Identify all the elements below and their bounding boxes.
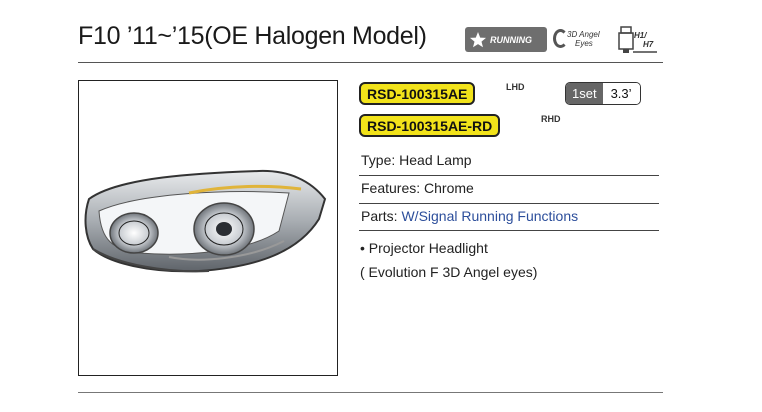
part-number-lhd: RSD-100315AE	[359, 82, 476, 105]
bulb-badge-line1: H1/	[634, 31, 647, 40]
angel-eyes-badge: 3D Angel Eyes	[553, 26, 609, 54]
title-divider	[78, 62, 663, 63]
feature-bullet: • Projector Headlight	[360, 240, 488, 256]
product-image	[78, 80, 338, 376]
package-weight: 3.3’	[602, 83, 640, 104]
angel-badge-line2: Eyes	[575, 39, 593, 48]
spec-parts: Parts: W/Signal Running Functions	[359, 208, 661, 224]
ring-icon	[553, 29, 568, 48]
spec-features-label: Features:	[361, 180, 421, 196]
spec-type: Type: Head Lamp	[359, 152, 661, 168]
running-badge-label: RUNNING	[490, 34, 532, 45]
part-number-rhd: RSD-100315AE-RD	[359, 114, 501, 137]
spec-type-value: Head Lamp	[399, 152, 472, 168]
side-label-lhd: LHD	[506, 82, 525, 92]
bulb-badge-line2: H7	[643, 40, 654, 49]
angel-badge-line1: 3D Angel	[567, 30, 600, 39]
star-icon	[470, 31, 486, 47]
spec-features: Features: Chrome	[359, 180, 661, 196]
spec-divider	[359, 175, 659, 176]
headlamp-illustration	[84, 169, 327, 273]
running-badge: RUNNING	[465, 27, 547, 52]
bulb-type-badge: H1/ H7	[617, 25, 659, 55]
bottom-divider	[78, 392, 663, 393]
spec-divider	[359, 203, 659, 204]
package-qty: 1set	[566, 83, 603, 104]
spec-type-label: Type:	[361, 152, 396, 168]
spec-parts-label: Parts:	[361, 208, 398, 224]
spec-features-value: Chrome	[424, 180, 474, 196]
side-label-rhd: RHD	[541, 114, 561, 124]
spec-parts-value: W/Signal Running Functions	[401, 208, 579, 224]
feature-note: ( Evolution F 3D Angel eyes)	[360, 264, 538, 280]
package-info: 1set 3.3’	[565, 82, 641, 105]
spec-divider	[359, 230, 659, 231]
product-title: F10 ’11~’15(OE Halogen Model)	[78, 22, 427, 50]
